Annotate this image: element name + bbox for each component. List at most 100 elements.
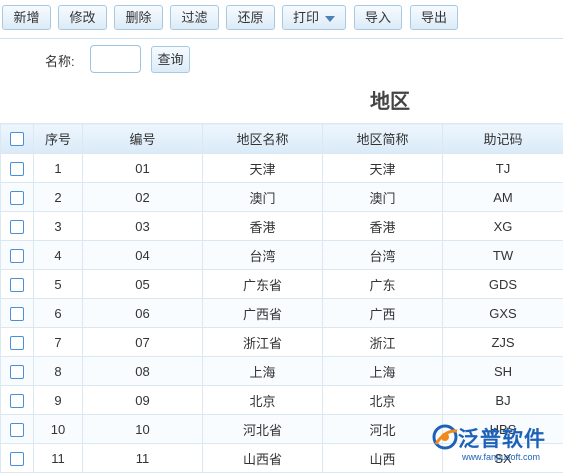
delete-button[interactable]: 删除 [114,5,163,30]
cell-mnemonic: HBS [443,415,563,444]
query-button[interactable]: 查询 [151,46,190,73]
table-row[interactable]: 202澳门澳门AM [1,183,563,212]
cell-mnemonic: GXS [443,299,563,328]
cell-region-short: 广西 [323,299,443,328]
row-select-cell[interactable] [1,183,34,212]
restore-button[interactable]: 还原 [226,5,275,30]
cell-code: 02 [83,183,203,212]
cell-mnemonic: SH [443,357,563,386]
cell-region-name: 广东省 [203,270,323,299]
toolbar: 新增 修改 删除 过滤 还原 打印 导入 导出 [0,0,563,39]
cell-mnemonic: ZJS [443,328,563,357]
cell-seq: 5 [34,270,83,299]
table-row[interactable]: 707浙江省浙江ZJS [1,328,563,357]
filter-button[interactable]: 过滤 [170,5,219,30]
col-header-region-name[interactable]: 地区名称 [203,124,323,154]
cell-mnemonic: AM [443,183,563,212]
print-label: 打印 [293,10,319,25]
cell-mnemonic: GDS [443,270,563,299]
cell-region-name: 北京 [203,386,323,415]
col-header-region-short[interactable]: 地区简称 [323,124,443,154]
cell-seq: 4 [34,241,83,270]
row-checkbox[interactable] [10,278,24,292]
cell-seq: 7 [34,328,83,357]
table-row[interactable]: 808上海上海SH [1,357,563,386]
table-row[interactable]: 101天津天津TJ [1,154,563,183]
cell-region-short: 台湾 [323,241,443,270]
cell-region-name: 广西省 [203,299,323,328]
col-header-seq[interactable]: 序号 [34,124,83,154]
row-select-cell[interactable] [1,241,34,270]
row-checkbox[interactable] [10,307,24,321]
cell-region-short: 浙江 [323,328,443,357]
cell-code: 05 [83,270,203,299]
row-checkbox[interactable] [10,423,24,437]
table-row[interactable]: 505广东省广东GDS [1,270,563,299]
cell-mnemonic: TJ [443,154,563,183]
table-header-row: 序号 编号 地区名称 地区简称 助记码 [1,124,563,154]
cell-region-short: 山西 [323,444,443,473]
cell-seq: 9 [34,386,83,415]
cell-code: 04 [83,241,203,270]
caret-down-icon [325,16,335,22]
cell-code: 10 [83,415,203,444]
name-search-input[interactable] [90,45,141,73]
region-table: 序号 编号 地区名称 地区简称 助记码 101天津天津TJ202澳门澳门AM30… [0,123,563,473]
row-select-cell[interactable] [1,212,34,241]
cell-code: 06 [83,299,203,328]
row-checkbox[interactable] [10,162,24,176]
page-title: 地区 [340,85,440,114]
cell-region-name: 山西省 [203,444,323,473]
row-select-cell[interactable] [1,270,34,299]
row-checkbox[interactable] [10,452,24,466]
cell-mnemonic: SX [443,444,563,473]
table-row[interactable]: 1111山西省山西SX [1,444,563,473]
cell-seq: 3 [34,212,83,241]
cell-seq: 11 [34,444,83,473]
row-select-cell[interactable] [1,299,34,328]
print-dropdown-button[interactable]: 打印 [282,5,346,30]
cell-region-name: 香港 [203,212,323,241]
export-button[interactable]: 导出 [410,5,458,30]
row-checkbox[interactable] [10,394,24,408]
cell-region-name: 天津 [203,154,323,183]
cell-mnemonic: BJ [443,386,563,415]
row-checkbox[interactable] [10,191,24,205]
cell-region-name: 上海 [203,357,323,386]
cell-region-short: 北京 [323,386,443,415]
import-button[interactable]: 导入 [354,5,402,30]
row-checkbox[interactable] [10,220,24,234]
row-select-cell[interactable] [1,328,34,357]
row-select-cell[interactable] [1,415,34,444]
table-row[interactable]: 303香港香港XG [1,212,563,241]
row-select-cell[interactable] [1,357,34,386]
cell-region-name: 台湾 [203,241,323,270]
table-row[interactable]: 1010河北省河北HBS [1,415,563,444]
row-checkbox[interactable] [10,365,24,379]
select-all-checkbox[interactable] [10,132,24,146]
select-all-cell[interactable] [1,124,34,154]
cell-region-short: 天津 [323,154,443,183]
table-row[interactable]: 404台湾台湾TW [1,241,563,270]
cell-code: 03 [83,212,203,241]
col-header-mnemonic[interactable]: 助记码 [443,124,563,154]
row-select-cell[interactable] [1,154,34,183]
name-label: 名称: [45,51,75,70]
add-button[interactable]: 新增 [2,5,51,30]
cell-region-short: 上海 [323,357,443,386]
edit-button[interactable]: 修改 [58,5,107,30]
cell-region-short: 澳门 [323,183,443,212]
cell-code: 07 [83,328,203,357]
cell-code: 08 [83,357,203,386]
cell-code: 09 [83,386,203,415]
cell-region-short: 香港 [323,212,443,241]
row-checkbox[interactable] [10,249,24,263]
cell-code: 11 [83,444,203,473]
table-row[interactable]: 909北京北京BJ [1,386,563,415]
row-select-cell[interactable] [1,386,34,415]
row-checkbox[interactable] [10,336,24,350]
col-header-code[interactable]: 编号 [83,124,203,154]
table-row[interactable]: 606广西省广西GXS [1,299,563,328]
row-select-cell[interactable] [1,444,34,473]
cell-seq: 1 [34,154,83,183]
